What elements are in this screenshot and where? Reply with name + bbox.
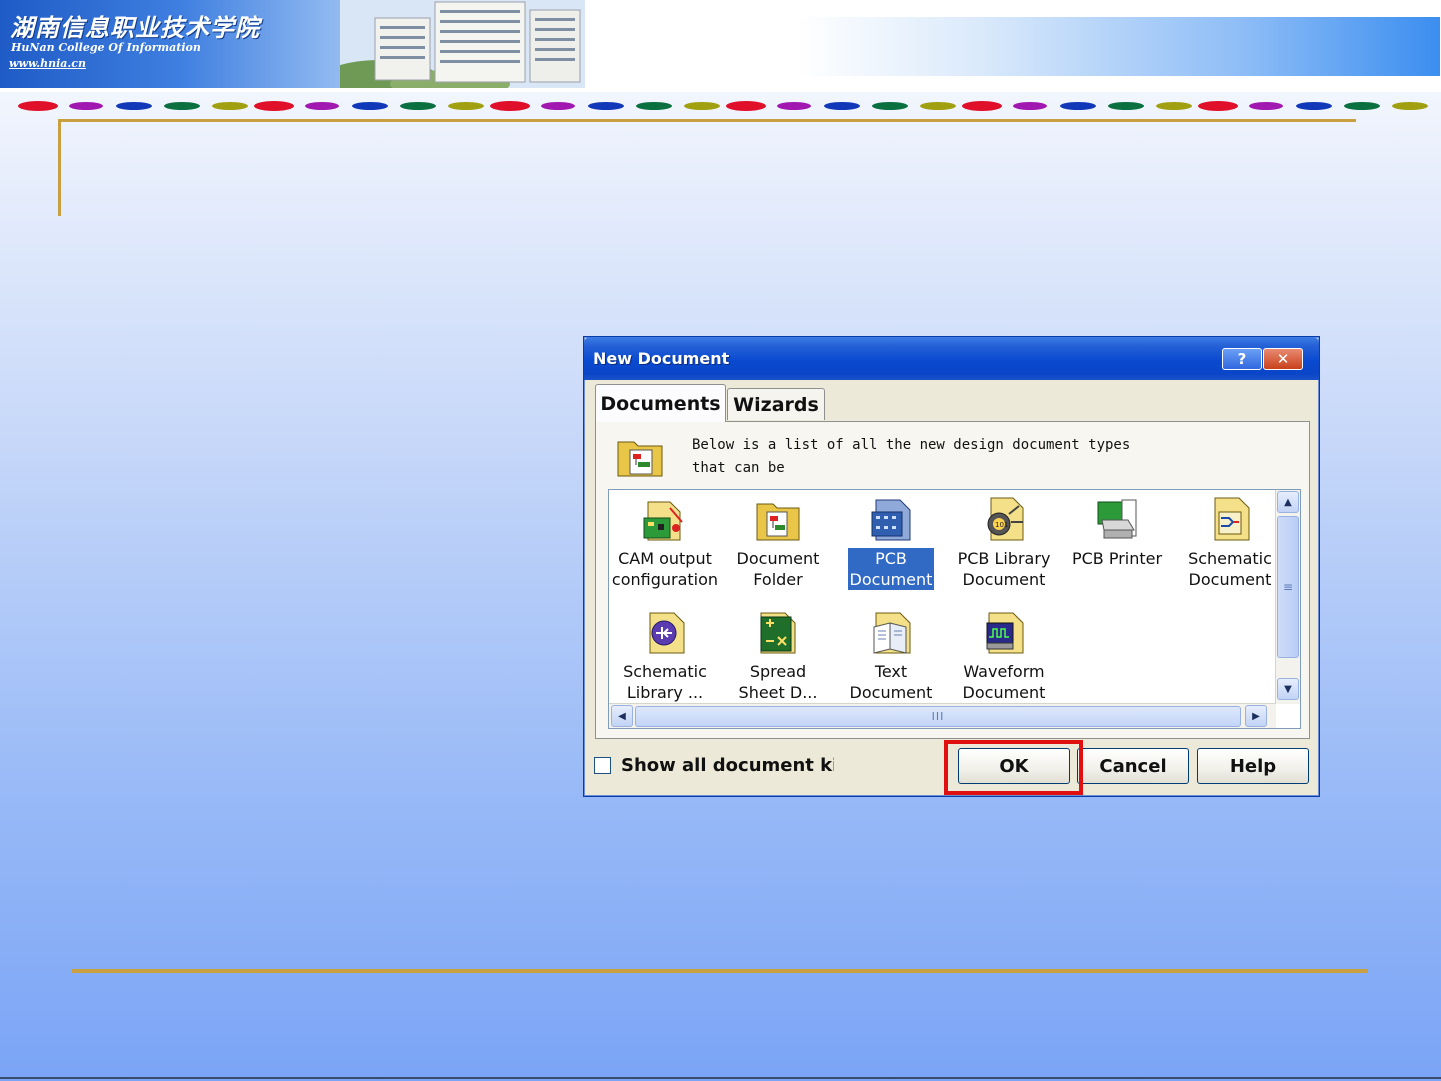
pcb-library-icon: 101	[987, 497, 1024, 541]
document-type-list[interactable]: CAM output configuration Document Folder	[608, 489, 1301, 729]
list-item-label: Waveform Document	[962, 662, 1046, 702]
list-item-schematic-document[interactable]: Schematic Document	[1174, 492, 1286, 600]
list-item-pcb-document[interactable]: PCB Document	[835, 492, 947, 600]
list-item-pcb-printer[interactable]: PCB Printer	[1061, 492, 1173, 600]
document-types-description: Below is a list of all the new design do…	[692, 437, 1131, 476]
horizontal-scroll-thumb[interactable]: III	[635, 706, 1241, 727]
vertical-scrollbar[interactable]: ▲ ≡ ▼	[1275, 490, 1300, 704]
college-logo: 湖南信息职业技术学院 HuNan College Of Information …	[0, 0, 585, 88]
pcb-document-icon	[871, 499, 911, 541]
spreadsheet-icon	[760, 612, 796, 654]
slide-header: 湖南信息职业技术学院 HuNan College Of Information …	[0, 0, 1441, 111]
list-item-cam-output[interactable]: CAM output configuration	[609, 492, 721, 600]
campus-building-image	[340, 0, 585, 88]
show-all-documents-option[interactable]: Show all document ki	[594, 753, 834, 777]
list-item-label-selected: PCB Document	[847, 548, 935, 590]
header-gradient-band	[797, 17, 1440, 76]
slide-frame-left	[58, 119, 61, 216]
list-item-label: CAM output configuration	[611, 549, 719, 589]
document-types-info-icon	[617, 441, 663, 477]
scroll-down-icon[interactable]: ▼	[1277, 678, 1299, 700]
show-all-documents-checkbox[interactable]	[594, 756, 611, 774]
close-icon[interactable]: ✕	[1263, 348, 1303, 370]
list-item-document-folder[interactable]: Document Folder	[722, 492, 834, 600]
scroll-left-icon[interactable]: ◀	[611, 705, 633, 727]
tab-documents[interactable]: Documents	[595, 384, 726, 422]
list-item-label: Spread Sheet D...	[738, 662, 818, 702]
list-item-spreadsheet[interactable]: Spread Sheet D...	[722, 605, 834, 713]
list-item-label: Schematic Library ...	[623, 662, 707, 702]
list-item-text-document[interactable]: Text Document	[835, 605, 947, 713]
list-item-label: Schematic Document	[1188, 549, 1272, 589]
slide-bottom-edge	[0, 1077, 1441, 1079]
documents-tab-panel: Below is a list of all the new design do…	[595, 421, 1310, 739]
slide-frame-bottom	[72, 969, 1368, 973]
dialog-titlebar[interactable]: New Document ? ✕	[584, 337, 1319, 380]
list-item-label: Document Folder	[736, 549, 820, 589]
vertical-scroll-thumb[interactable]: ≡	[1277, 516, 1299, 658]
cancel-button[interactable]: Cancel	[1077, 748, 1189, 784]
document-folder-icon	[756, 503, 800, 541]
pcb-printer-icon	[1097, 499, 1137, 539]
list-item-pcb-library[interactable]: 101 PCB Library Document	[948, 492, 1060, 600]
new-document-dialog: New Document ? ✕ Documents Wizards Below…	[583, 336, 1320, 797]
svg-text:101: 101	[995, 521, 1008, 529]
help-icon[interactable]: ?	[1222, 348, 1262, 370]
scroll-right-icon[interactable]: ▶	[1245, 705, 1267, 727]
college-name-en: HuNan College Of Information	[11, 41, 201, 54]
list-item-schematic-library[interactable]: Schematic Library ...	[609, 605, 721, 713]
college-name-cn: 湖南信息职业技术学院	[10, 13, 260, 42]
schematic-document-icon	[1214, 497, 1250, 541]
schematic-library-icon	[649, 612, 685, 654]
slide-frame-top	[58, 119, 1356, 122]
list-item-label: Text Document	[849, 662, 933, 702]
cam-output-icon	[643, 501, 683, 541]
college-url: www.hnia.cn	[9, 57, 86, 70]
show-all-documents-label: Show all document ki	[621, 754, 834, 776]
ok-button-highlight-box	[944, 740, 1083, 795]
scroll-up-icon[interactable]: ▲	[1277, 491, 1299, 513]
dialog-title: New Document	[593, 349, 730, 368]
help-button[interactable]: Help	[1197, 748, 1309, 784]
text-document-icon	[873, 612, 911, 654]
list-item-label: PCB Library Document	[957, 549, 1051, 589]
waveform-document-icon	[986, 612, 1024, 654]
list-item-label: PCB Printer	[1071, 549, 1163, 568]
horizontal-scrollbar[interactable]: ◀ III ▶	[609, 703, 1276, 728]
list-item-waveform-document[interactable]: Waveform Document	[948, 605, 1060, 713]
tab-wizards[interactable]: Wizards	[727, 388, 825, 420]
decorative-dot-strip	[18, 101, 1428, 111]
